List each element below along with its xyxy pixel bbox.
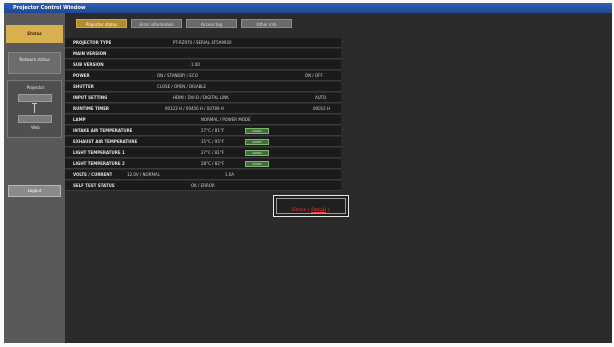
row-label: POWER <box>73 73 90 78</box>
status-row: SUB VERSION 1.00 <box>65 60 341 70</box>
status-row: EXHAUST AIR TEMPERATURE 35°C / 95°F GOOD <box>65 137 341 147</box>
error-label: Error ( <box>292 207 310 213</box>
row-label: VOLTS / CURRENT <box>73 172 113 177</box>
status-row: POWER ON / STANDBY / ECO ON / OFF <box>65 71 341 81</box>
row-value-secondary: AUTO <box>315 95 327 100</box>
row-value: CLOSE / OPEN / DISABLE <box>157 84 207 89</box>
row-label: LIGHT TEMPERATURE 2 <box>73 161 125 166</box>
status-row: RUNTIME TIMER 00123 H / 00456 H / 00789 … <box>65 104 341 114</box>
row-label: PROJECTOR TYPE <box>73 40 112 45</box>
sidebar-item-status[interactable]: Status <box>6 25 63 43</box>
row-value: HDMI / DVI-D / DIGITAL LINK <box>173 95 229 100</box>
error-suffix: ) <box>327 207 330 213</box>
title-bar: Projector Control Window <box>4 3 612 13</box>
status-row: LIGHT TEMPERATURE 2 28°C / 82°F GOOD <box>65 159 341 169</box>
tab-projector-status[interactable]: Projector status <box>76 19 127 28</box>
status-row: INTAKE AIR TEMPERATURE 27°C / 81°F GOOD <box>65 126 341 136</box>
error-detail-text: Error ( Detail ) <box>292 207 330 213</box>
logout-button[interactable]: Logout <box>8 185 61 197</box>
row-label: LAMP <box>73 117 86 122</box>
row-value: 27°C / 81°F <box>201 128 225 133</box>
row-label: INPUT SETTING <box>73 95 108 100</box>
row-value: 28°C / 82°F <box>201 161 225 166</box>
projector-icon <box>18 94 52 102</box>
row-label: EXHAUST AIR TEMPERATURE <box>73 139 138 144</box>
detail-link[interactable]: Detail <box>311 207 326 213</box>
tab-error-information[interactable]: Error information <box>131 19 182 28</box>
sidebar-item-network[interactable]: Network status <box>8 52 61 74</box>
projector-sub-label: Web <box>31 125 40 130</box>
status-row: LAMP NORMAL / POWER MODE <box>65 115 341 125</box>
window-title: Projector Control Window <box>13 5 86 11</box>
status-row: SHUTTER CLOSE / OPEN / DISABLE <box>65 82 341 92</box>
status-badge: GOOD <box>245 150 269 156</box>
status-table: PROJECTOR TYPE PT-RZ970 / SERIAL 4F5A992… <box>65 38 349 218</box>
row-label: LIGHT TEMPERATURE 1 <box>73 150 125 155</box>
row-value-secondary: 00012 H <box>313 106 331 111</box>
tab-access-log[interactable]: Access log <box>186 19 237 28</box>
row-value: 27°C / 81°F <box>201 150 225 155</box>
status-row: SELF TEST STATUS OK / ERROR <box>65 181 341 191</box>
tab-other-info[interactable]: Other info <box>241 19 292 28</box>
row-value: OK / ERROR <box>191 183 215 188</box>
connector-icon <box>32 103 37 113</box>
row-label: MAIN VERSION <box>73 51 107 56</box>
status-badge: GOOD <box>245 161 269 167</box>
row-value: 12.0V / NORMAL <box>127 172 160 177</box>
row-label: SELF TEST STATUS <box>73 183 115 188</box>
row-value: ON / STANDBY / ECO <box>157 73 198 78</box>
status-row: MAIN VERSION <box>65 49 341 59</box>
status-row: PROJECTOR TYPE PT-RZ970 / SERIAL 4F5A992… <box>65 38 341 48</box>
status-badge: GOOD <box>245 128 269 134</box>
sidebar-projector-diagram[interactable]: Projector Web <box>7 80 62 138</box>
row-value: PT-RZ970 / SERIAL 4F5A9920 <box>173 40 232 45</box>
row-value: 35°C / 95°F <box>201 139 225 144</box>
row-value: 00123 H / 00456 H / 00789 H <box>165 106 224 111</box>
projector-label: Projector <box>26 85 45 90</box>
error-detail-button[interactable]: Error ( Detail ) <box>273 195 349 217</box>
sidebar: Status Network status Projector Web Logo… <box>4 13 65 343</box>
network-node-icon <box>18 115 52 123</box>
row-label: SUB VERSION <box>73 62 104 67</box>
status-row: INPUT SETTING HDMI / DVI-D / DIGITAL LIN… <box>65 93 341 103</box>
row-value: 1.00 <box>191 62 200 67</box>
status-row: LIGHT TEMPERATURE 1 27°C / 81°F GOOD <box>65 148 341 158</box>
tab-bar: Projector status Error information Acces… <box>65 13 612 33</box>
row-value-secondary: 1.0A <box>225 172 235 177</box>
status-row: VOLTS / CURRENT 12.0V / NORMAL 1.0A <box>65 170 341 180</box>
row-value-secondary: ON / OFF <box>305 73 323 78</box>
status-badge: GOOD <box>245 139 269 145</box>
row-label: RUNTIME TIMER <box>73 106 110 111</box>
row-value: NORMAL / POWER MODE <box>201 117 251 122</box>
row-label: INTAKE AIR TEMPERATURE <box>73 128 133 133</box>
row-label: SHUTTER <box>73 84 94 89</box>
